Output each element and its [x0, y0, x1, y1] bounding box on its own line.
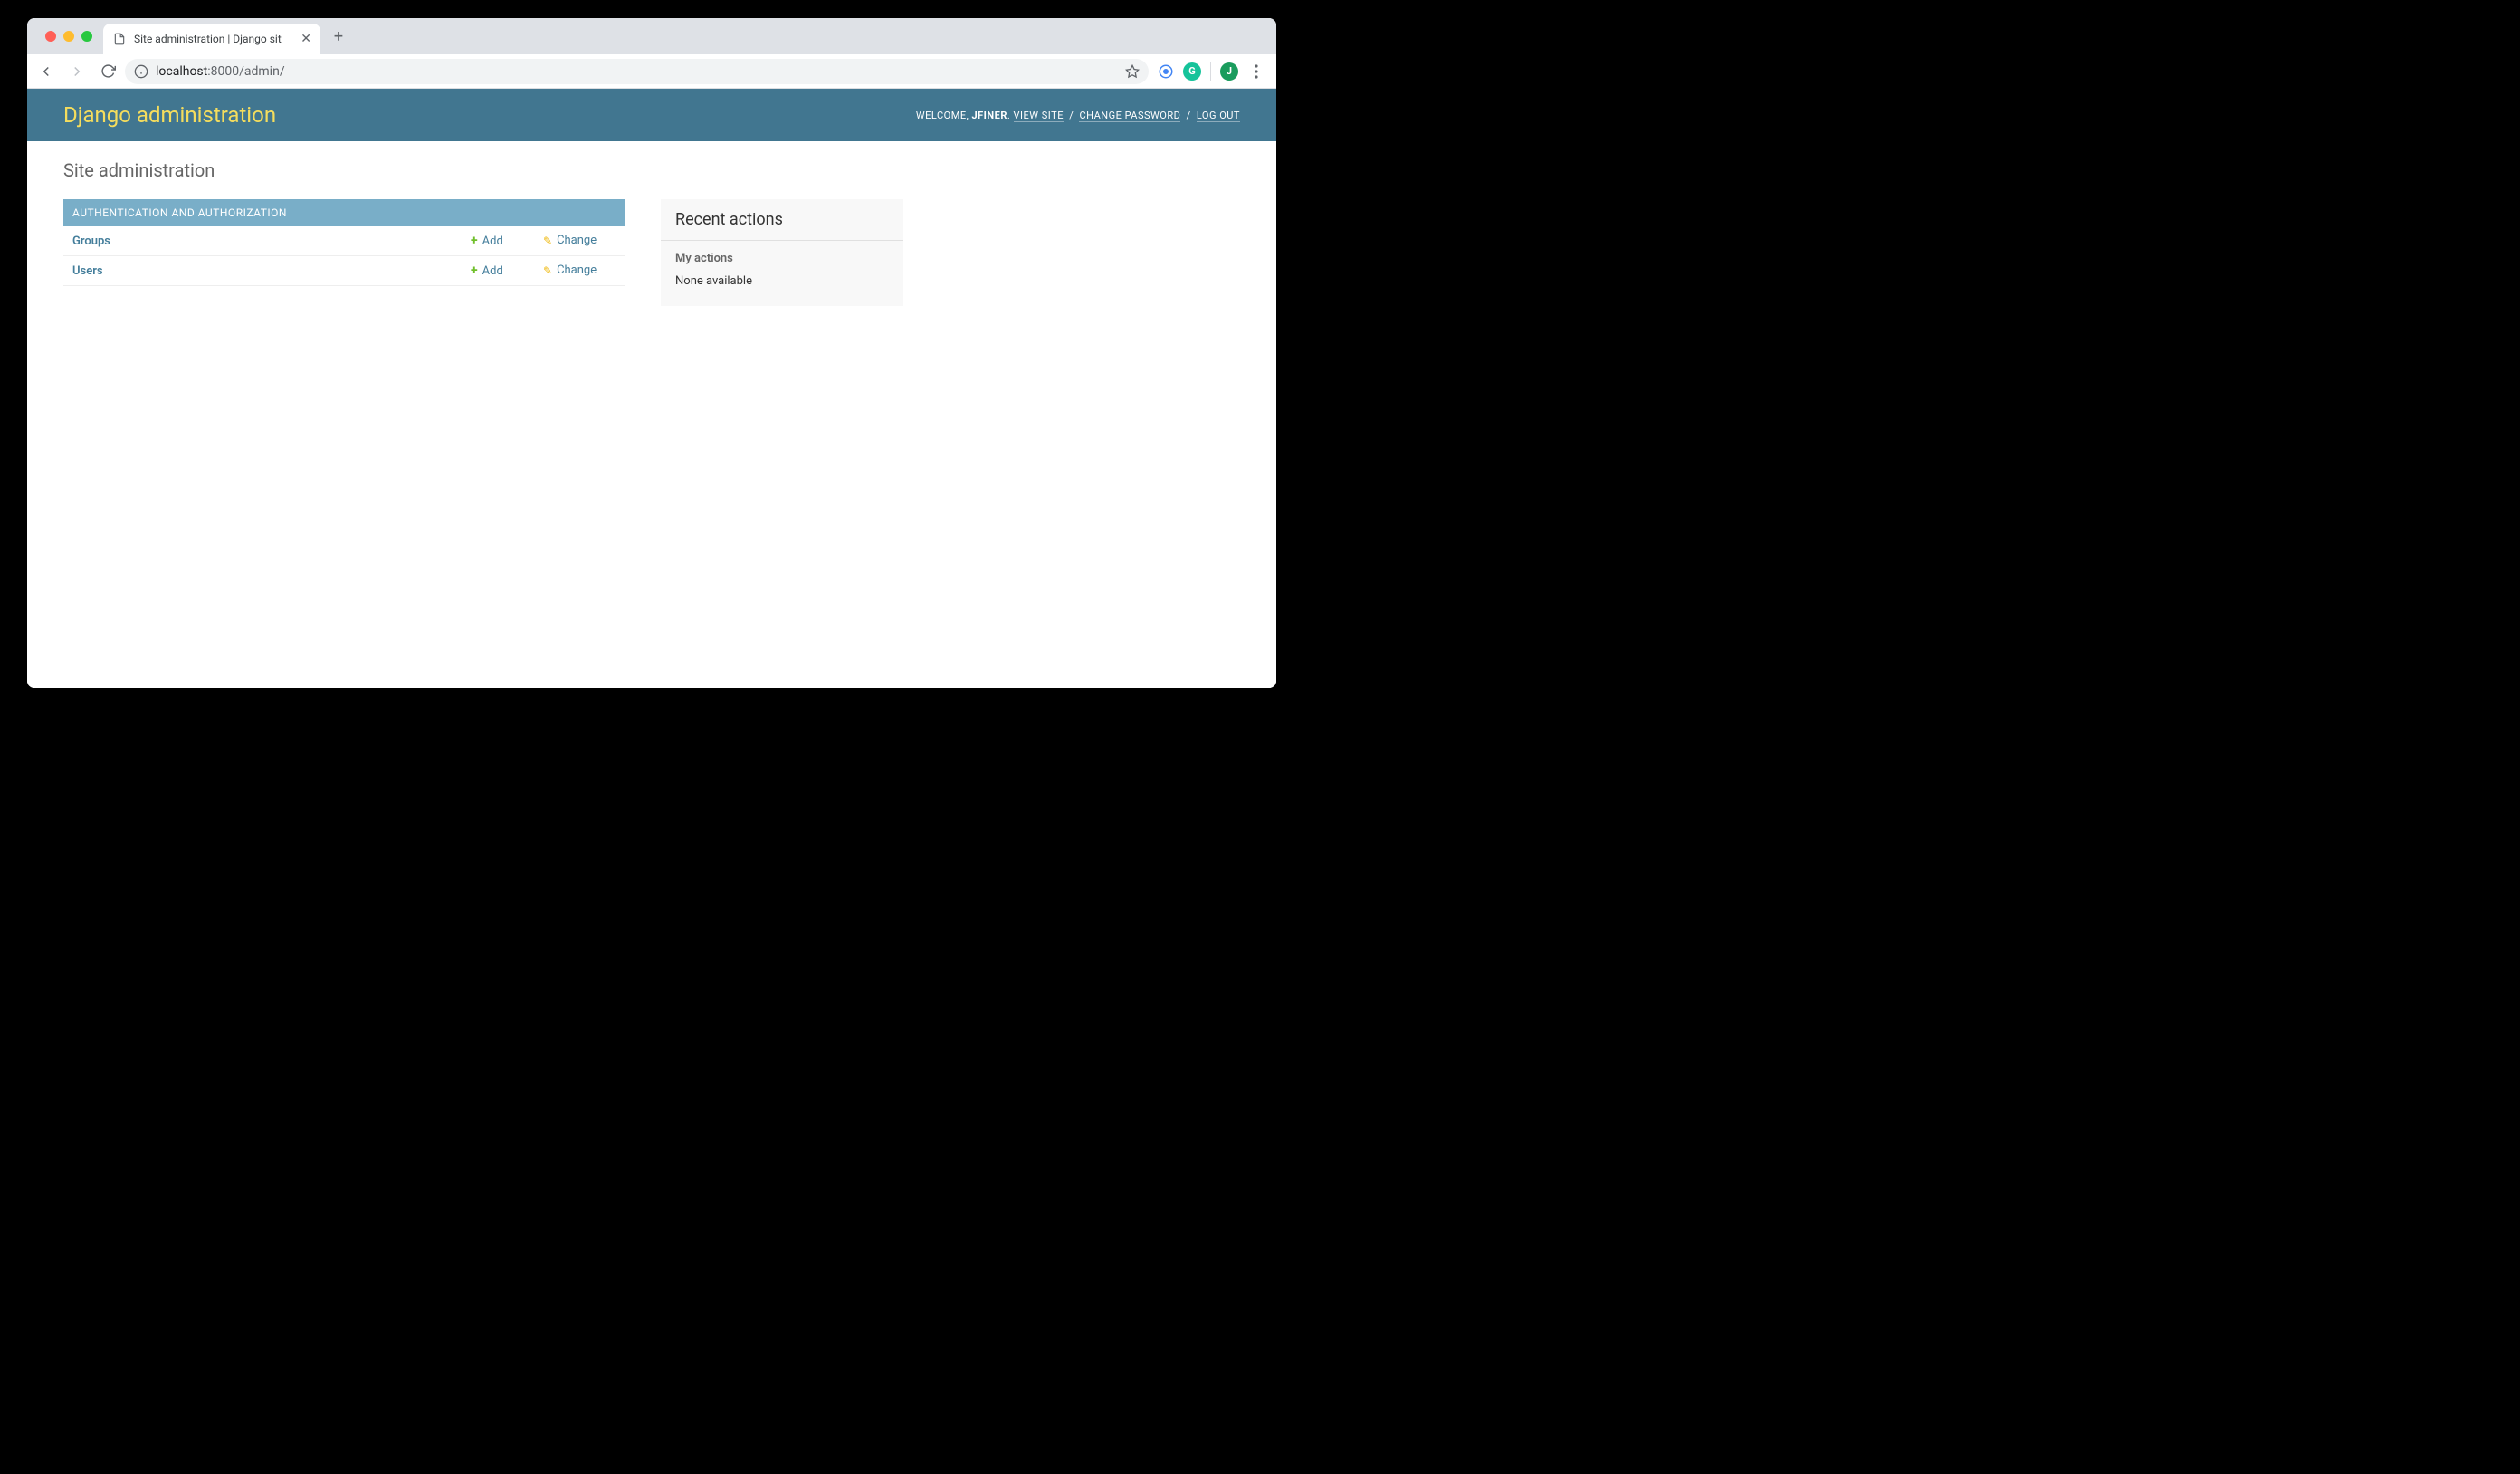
app-caption[interactable]: AUTHENTICATION AND AUTHORIZATION — [63, 199, 625, 226]
reload-button[interactable] — [94, 58, 121, 85]
sidebar-column: Recent actions My actions None available — [661, 199, 903, 306]
app-module-auth: AUTHENTICATION AND AUTHORIZATION Groups … — [63, 199, 625, 286]
extension-icon[interactable] — [1158, 63, 1174, 80]
welcome-text: WELCOME, — [916, 110, 972, 121]
profile-avatar[interactable]: J — [1220, 62, 1238, 81]
main-column: AUTHENTICATION AND AUTHORIZATION Groups … — [63, 199, 625, 306]
browser-tab[interactable]: Site administration | Django sit ✕ — [103, 24, 320, 54]
extension-icons: G J — [1152, 62, 1271, 81]
file-icon — [112, 32, 127, 46]
close-icon[interactable]: ✕ — [301, 32, 311, 46]
traffic-lights — [34, 31, 103, 42]
plus-icon: + — [471, 263, 478, 278]
user-tools: WELCOME, JFINER. VIEW SITE / CHANGE PASS… — [916, 110, 1240, 121]
url-text: localhost:8000/admin/ — [156, 64, 1118, 79]
add-label: Add — [482, 234, 503, 248]
username: JFINER — [971, 110, 1007, 121]
model-row-users: Users + Add ✎ — [63, 256, 625, 286]
pencil-icon: ✎ — [543, 234, 552, 247]
forward-button[interactable] — [63, 58, 91, 85]
add-groups-link[interactable]: + Add — [471, 234, 503, 248]
divider — [661, 240, 903, 241]
page-content: Django administration WELCOME, JFINER. V… — [27, 89, 1276, 688]
model-link-groups[interactable]: Groups — [72, 234, 110, 248]
browser-menu-button[interactable] — [1247, 64, 1265, 79]
dashboard: AUTHENTICATION AND AUTHORIZATION Groups … — [63, 199, 1240, 306]
divider — [1210, 62, 1211, 81]
log-out-link[interactable]: LOG OUT — [1197, 110, 1240, 122]
view-site-link[interactable]: VIEW SITE — [1014, 110, 1064, 122]
browser-toolbar: localhost:8000/admin/ G J — [27, 54, 1276, 89]
django-header: Django administration WELCOME, JFINER. V… — [27, 89, 1276, 141]
recent-actions-module: Recent actions My actions None available — [661, 199, 903, 306]
tab-title: Site administration | Django sit — [134, 33, 293, 45]
add-users-link[interactable]: + Add — [471, 263, 503, 278]
browser-window: Site administration | Django sit ✕ + loc… — [27, 18, 1276, 688]
model-row-groups: Groups + Add ✎ — [63, 226, 625, 256]
plus-icon: + — [471, 234, 478, 248]
change-label: Change — [557, 234, 597, 247]
grammarly-icon[interactable]: G — [1183, 62, 1201, 81]
window-close-button[interactable] — [45, 31, 56, 42]
add-label: Add — [482, 264, 503, 278]
tab-bar: Site administration | Django sit ✕ + — [27, 18, 1276, 54]
bookmark-star-icon[interactable] — [1125, 64, 1140, 79]
site-info-icon[interactable] — [134, 64, 148, 79]
window-minimize-button[interactable] — [63, 31, 74, 42]
recent-actions-heading: Recent actions — [675, 210, 889, 229]
branding-title[interactable]: Django administration — [63, 102, 276, 128]
content-area: Site administration AUTHENTICATION AND A… — [27, 141, 1276, 324]
my-actions-heading: My actions — [675, 252, 889, 265]
change-password-link[interactable]: CHANGE PASSWORD — [1079, 110, 1180, 122]
back-button[interactable] — [33, 58, 60, 85]
address-bar[interactable]: localhost:8000/admin/ — [125, 59, 1149, 84]
recent-actions-empty: None available — [675, 274, 889, 288]
change-label: Change — [557, 263, 597, 277]
change-groups-link[interactable]: ✎ Change — [543, 234, 597, 247]
change-users-link[interactable]: ✎ Change — [543, 263, 597, 277]
pencil-icon: ✎ — [543, 264, 552, 277]
page-title: Site administration — [63, 159, 1240, 181]
window-maximize-button[interactable] — [81, 31, 92, 42]
model-link-users[interactable]: Users — [72, 264, 103, 278]
new-tab-button[interactable]: + — [326, 24, 351, 49]
